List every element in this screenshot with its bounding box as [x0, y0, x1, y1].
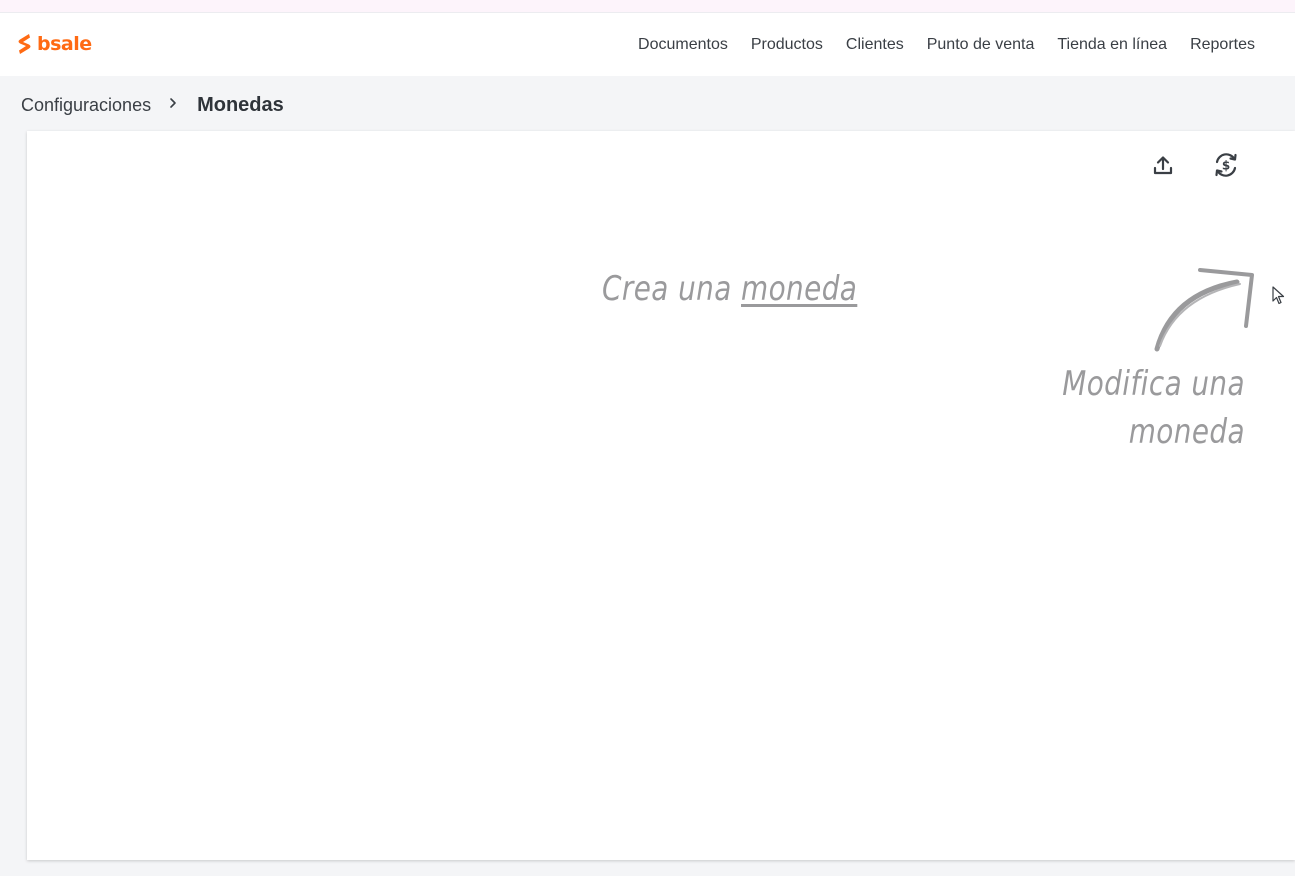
bsale-logo-text: bsale	[37, 33, 92, 55]
hint-arrow-icon	[1154, 268, 1254, 352]
modify-currency-hint: Modifica una moneda	[1032, 360, 1245, 456]
create-currency-link[interactable]: moneda	[741, 269, 857, 309]
nav-productos[interactable]: Productos	[751, 36, 823, 54]
create-currency-hint-text: Crea una	[602, 269, 742, 309]
nav-tienda-en-linea[interactable]: Tienda en línea	[1057, 36, 1167, 54]
chevron-right-icon	[170, 98, 176, 108]
nav-reportes[interactable]: Reportes	[1190, 36, 1255, 54]
page-title: Monedas	[197, 93, 284, 116]
nav-punto-de-venta[interactable]: Punto de venta	[927, 36, 1035, 54]
bsale-logo-icon	[18, 34, 31, 54]
mouse-cursor-icon	[1272, 286, 1285, 305]
upload-icon	[1153, 156, 1173, 175]
browser-top-strip	[0, 0, 1295, 13]
modify-currency-hint-line2: moneda	[1128, 412, 1245, 452]
upload-button[interactable]	[1147, 149, 1179, 181]
main-nav: Documentos Productos Clientes Punto de v…	[615, 13, 1255, 76]
nav-documentos[interactable]: Documentos	[638, 36, 728, 54]
currency-exchange-icon: $	[1215, 153, 1237, 177]
top-navbar: bsale Documentos Productos Clientes Punt…	[0, 13, 1295, 76]
nav-clientes[interactable]: Clientes	[846, 36, 904, 54]
breadcrumb-configuraciones-link[interactable]: Configuraciones	[21, 95, 151, 116]
currencies-panel: $ Crea una moneda Modifica una moneda	[27, 131, 1295, 860]
currency-exchange-button[interactable]: $	[1210, 149, 1242, 181]
create-currency-hint: Crea una moneda	[602, 269, 857, 309]
bsale-logo[interactable]: bsale	[16, 32, 92, 56]
modify-currency-hint-line1: Modifica una	[1062, 364, 1245, 404]
svg-text:$: $	[1222, 159, 1230, 173]
breadcrumb: Configuraciones Monedas	[21, 93, 284, 117]
